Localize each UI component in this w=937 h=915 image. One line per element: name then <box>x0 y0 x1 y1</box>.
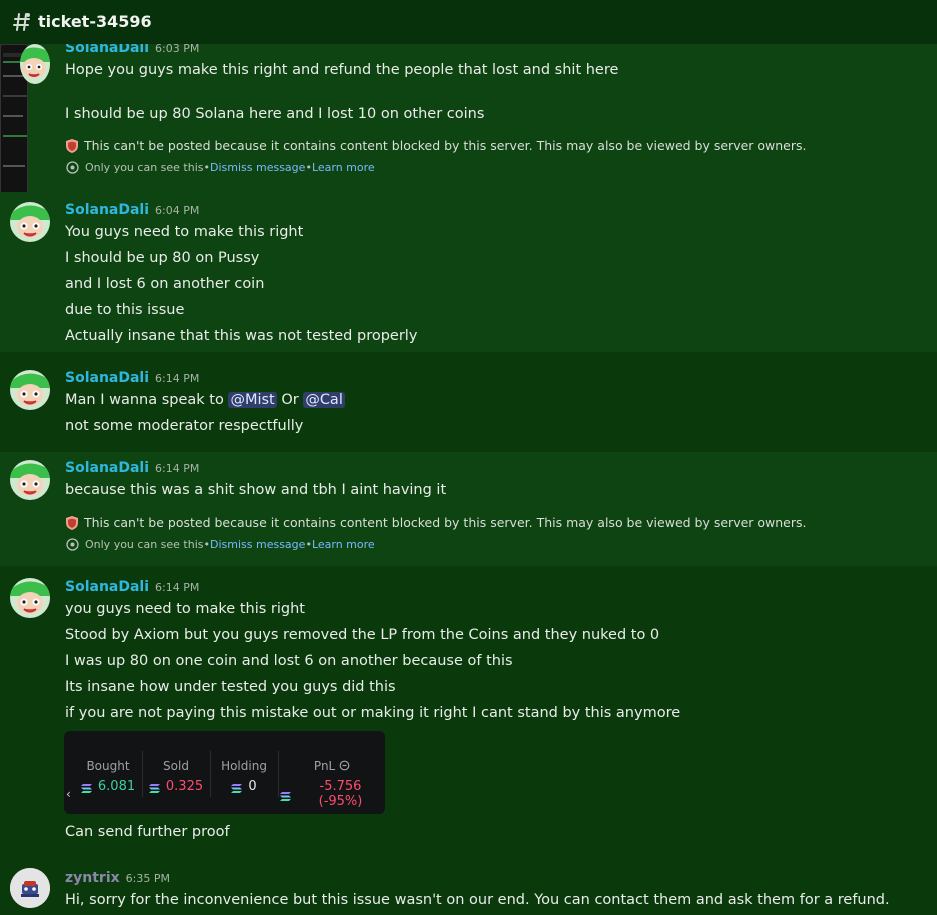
message-text: you guys need to make this right <box>65 601 305 617</box>
username[interactable]: SolanaDali 6:14 PM <box>65 579 199 595</box>
avatar[interactable] <box>10 370 50 410</box>
message-text: if you are not paying this mistake out o… <box>65 705 681 721</box>
username[interactable]: SolanaDali 6:04 PM <box>65 202 199 218</box>
blocked-notice: This can't be posted because it contains… <box>66 138 807 153</box>
divider <box>142 751 143 797</box>
divider <box>210 751 211 797</box>
message: zyntrix 6:35 PM Hi, sorry for the inconve… <box>0 856 937 915</box>
message-text: due to this issue <box>65 302 185 318</box>
username[interactable]: SolanaDali 6:03 PM <box>65 44 199 56</box>
solana-icon <box>280 790 291 801</box>
chevron-left-icon[interactable]: ‹ <box>66 787 71 801</box>
divider <box>278 751 279 797</box>
pnl-image-attachment[interactable]: Bought 6.081 Sold 0.325 Holding 0 PnL -5… <box>64 731 385 814</box>
avatar[interactable] <box>10 460 50 500</box>
solana-icon <box>231 782 243 793</box>
dismiss-message-link[interactable]: Dismiss message <box>210 538 305 551</box>
timestamp: 6:04 PM <box>155 204 200 217</box>
message-text: Its insane how under tested you guys did… <box>65 679 396 695</box>
bought-stat: Bought 6.081 <box>76 759 140 794</box>
timestamp: 6:35 PM <box>125 872 170 885</box>
avatar[interactable] <box>10 202 50 242</box>
message-text: not some moderator respectfully <box>65 418 304 434</box>
message-text: Can send further proof <box>65 824 230 840</box>
message: SolanaDali 6:03 PM Hope you guys make thi… <box>0 44 937 224</box>
message-text: Hi, sorry for the inconvenience but this… <box>65 892 890 908</box>
pnl-stat: PnL -5.756 (-95%) <box>280 759 384 809</box>
timestamp: 6:14 PM <box>155 581 200 594</box>
avatar[interactable] <box>10 868 50 908</box>
shield-icon <box>66 515 78 530</box>
timestamp: 6:14 PM <box>155 372 200 385</box>
message-text: I should be up 80 on Pussy <box>65 250 260 266</box>
channel-title: ticket-34596 <box>38 12 152 31</box>
solana-icon <box>80 782 92 793</box>
holding-stat: Holding 0 <box>221 759 267 794</box>
message-text: and I lost 6 on another coin <box>65 276 265 292</box>
avatar[interactable] <box>10 578 50 618</box>
message: SolanaDali 6:04 PM You guys need to make … <box>0 192 937 352</box>
sold-stat: Sold 0.325 <box>144 759 208 794</box>
eye-icon <box>66 161 79 174</box>
user-mention[interactable]: @Cal <box>303 392 345 408</box>
username[interactable]: SolanaDali 6:14 PM <box>65 370 199 386</box>
dismiss-message-link[interactable]: Dismiss message <box>210 161 305 174</box>
learn-more-link[interactable]: Learn more <box>312 161 375 174</box>
blocked-notice: This can't be posted because it contains… <box>66 515 807 530</box>
message: SolanaDali 6:14 PM because this was a shi… <box>0 452 937 566</box>
message-text: Man I wanna speak to @Mist Or @Cal <box>65 392 345 408</box>
message-list[interactable]: SolanaDali 6:03 PM Hope you guys make thi… <box>0 44 937 915</box>
learn-more-link[interactable]: Learn more <box>312 538 375 551</box>
channel-header: ticket-34596 <box>0 0 937 44</box>
timestamp: 6:03 PM <box>155 44 200 55</box>
ephemeral-notice: Only you can see this • Dismiss message … <box>66 538 375 551</box>
message: SolanaDali 6:14 PM Man I wanna speak to @… <box>0 362 937 446</box>
message-text: because this was a shit show and tbh I a… <box>65 482 447 498</box>
ephemeral-notice: Only you can see this • Dismiss message … <box>66 161 375 174</box>
refresh-icon <box>339 759 350 773</box>
shield-icon <box>66 138 78 153</box>
message-text: Actually insane that this was not tested… <box>65 328 418 344</box>
username[interactable]: zyntrix 6:35 PM <box>65 870 170 886</box>
avatar[interactable] <box>20 44 50 84</box>
message-text: I was up 80 on one coin and lost 6 on an… <box>65 653 513 669</box>
eye-icon <box>66 538 79 551</box>
solana-icon <box>148 782 160 793</box>
message-text: You guys need to make this right <box>65 224 304 240</box>
message-text: Stood by Axiom but you guys removed the … <box>65 627 660 643</box>
message-text: Hope you guys make this right and refund… <box>65 62 619 78</box>
user-mention[interactable]: @Mist <box>228 392 277 408</box>
timestamp: 6:14 PM <box>155 462 200 475</box>
hashtag-icon <box>10 10 34 34</box>
username[interactable]: SolanaDali 6:14 PM <box>65 460 199 476</box>
message-text: I should be up 80 Solana here and I lost… <box>65 106 485 122</box>
